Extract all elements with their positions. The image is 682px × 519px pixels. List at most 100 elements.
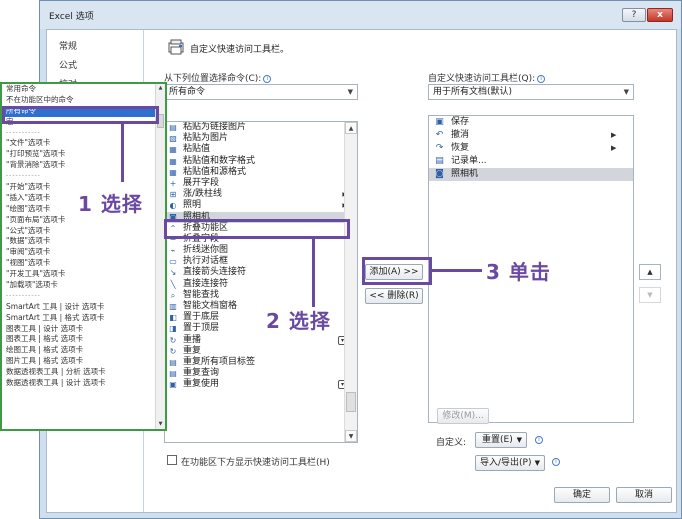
command-item[interactable]: ⌕ 智能查找 [165, 290, 357, 301]
command-item[interactable]: ↻ 重播 ▾ [165, 335, 357, 346]
command-label: 重复查询 [183, 368, 220, 379]
show-below-ribbon-checkbox[interactable] [167, 455, 177, 465]
dropdown-option[interactable]: SmartArt 工具 | 格式 选项卡 [2, 313, 165, 324]
info-icon: i [535, 436, 543, 444]
chevron-down-icon: ▼ [534, 459, 540, 467]
reset-dropdown[interactable]: 重置(E) ▼ [475, 432, 527, 448]
dropdown-option[interactable]: 图片工具 | 格式 选项卡 [2, 356, 165, 367]
command-label: 粘贴值和源格式 [183, 166, 247, 177]
ok-button[interactable]: 确定 [554, 487, 610, 503]
command-item[interactable]: ▧ 粘贴为图片 [165, 133, 357, 144]
commands-scrollbar[interactable]: ▲ ▼ [344, 122, 357, 442]
form-icon: ▤ [435, 156, 444, 166]
scroll-up-icon[interactable]: ▲ [156, 84, 165, 93]
command-label: 直接箭头连接符 [183, 267, 247, 278]
command-label: 粘贴值和数字格式 [183, 155, 256, 166]
dropdown-option[interactable]: 数据透视表工具 | 设计 选项卡 [2, 378, 165, 389]
dropdown-option[interactable]: 数据透视表工具 | 分析 选项卡 [2, 367, 165, 378]
command-label: 置于顶层 [183, 323, 220, 334]
dropdown-option[interactable]: 图表工具 | 设计 选项卡 [2, 324, 165, 335]
dropdown-option[interactable]: 绘图工具 | 格式 选项卡 [2, 345, 165, 356]
import-export-dropdown[interactable]: 导入/导出(P) ▼ [475, 455, 545, 471]
help-button[interactable]: ? [622, 8, 646, 22]
command-item[interactable]: ▤ 粘贴为链接图片 [165, 122, 357, 133]
info-icon: i [537, 75, 546, 83]
step1-annotation: 1 选择 [78, 192, 143, 216]
move-up-button[interactable]: ▲ [639, 264, 661, 280]
dropdown-option[interactable]: "开发工具"选项卡 [2, 269, 165, 280]
repeat-icon: ↻ [169, 346, 177, 356]
dropdown-option[interactable]: 不在功能区中的命令 [2, 95, 165, 106]
highlight-camera-command [164, 219, 350, 239]
dropdown-option[interactable]: "背景消除"选项卡 [2, 160, 165, 171]
command-item[interactable]: ▦ 粘贴值和数字格式 [165, 156, 357, 167]
qat-item[interactable]: ▣ 保存 [429, 116, 633, 129]
customize-qat-dropdown[interactable]: 用于所有文档(默认) ▼ [428, 84, 634, 100]
dropdown-option[interactable]: "文件"选项卡 [2, 138, 165, 149]
paste-values-icon: ▦ [169, 145, 177, 155]
cancel-button[interactable]: 取消 [616, 487, 672, 503]
sidebar-item-general[interactable]: 常规 [59, 39, 77, 52]
qat-item[interactable]: ↷ 恢复 ▶ [429, 142, 633, 155]
save-icon: ▣ [435, 117, 444, 127]
command-item[interactable]: + 展开字段 [165, 178, 357, 189]
command-item[interactable]: ⌁ 折线迷你图 [165, 245, 357, 256]
close-button[interactable]: x [647, 8, 673, 22]
qat-item[interactable]: ▤ 记录单... [429, 155, 633, 168]
dropdown-option[interactable]: SmartArt 工具 | 设计 选项卡 [2, 302, 165, 313]
expand-field-icon: + [169, 178, 177, 188]
command-item[interactable]: ▭ 执行对话框 [165, 256, 357, 267]
reuse-icon: ▣ [169, 380, 177, 390]
dropdown-option[interactable]: 图表工具 | 格式 选项卡 [2, 334, 165, 345]
modify-button[interactable]: 修改(M)... [437, 408, 489, 424]
command-item[interactable]: ↘ 直接箭头连接符 [165, 267, 357, 278]
command-item[interactable]: ▤ 重复查询 [165, 368, 357, 379]
dropdown-option[interactable]: "视图"选项卡 [2, 258, 165, 269]
command-label: 重复使用 [183, 379, 220, 390]
chevron-down-icon: ▼ [347, 88, 353, 96]
scroll-up-icon[interactable]: ▲ [345, 122, 357, 134]
info-icon: i [263, 75, 272, 83]
list-separator: ----------- [6, 172, 41, 180]
command-item[interactable]: ↻ 重复 [165, 346, 357, 357]
command-item[interactable]: ▦ 粘贴值和源格式 [165, 167, 357, 178]
command-item[interactable]: ╲ 直接连接符 [165, 279, 357, 290]
commands-list[interactable]: ▤ 粘贴为链接图片 ▧ 粘贴为图片 ▦ 粘贴值 ▦ 粘贴值和数字格式 ▦ 粘贴值和源格式 + 展开字段… [164, 121, 358, 443]
remove-button[interactable]: << 删除(R) [365, 288, 423, 304]
move-down-button[interactable]: ▼ [639, 287, 661, 303]
connector-line-3 [432, 269, 482, 272]
dropdown-option[interactable]: "加载项"选项卡 [2, 280, 165, 291]
qat-item-label: 恢复 [451, 143, 470, 153]
sparkline-icon: ⌁ [170, 246, 176, 256]
choose-commands-dropdown[interactable]: 所有命令 ▼ [164, 84, 358, 100]
command-item[interactable]: ◐照明▶ [165, 200, 357, 211]
dropdown-option[interactable]: 常用命令 [2, 84, 165, 95]
connector-icon: ╲ [170, 279, 176, 289]
sidebar-item-formulas[interactable]: 公式 [59, 58, 77, 71]
dropdown-option[interactable]: "审阅"选项卡 [2, 247, 165, 258]
command-label: 展开字段 [183, 177, 220, 188]
command-label: 置于底层 [183, 312, 220, 323]
command-label: 粘贴为图片 [183, 133, 229, 144]
command-label: 重复 [183, 345, 202, 356]
command-item[interactable]: ▤ 重复所有项目标签 [165, 357, 357, 368]
dropdown-option[interactable]: "数据"选项卡 [2, 236, 165, 247]
qat-item[interactable]: ◙ 照相机 [429, 168, 633, 181]
qat-item[interactable]: ↶ 撤消 ▶ [429, 129, 633, 142]
dropdown-option[interactable]: "公式"选项卡 [2, 226, 165, 237]
title-bar: Excel 选项 ? x [40, 1, 681, 29]
command-label: 涨/跌柱线 [183, 189, 223, 200]
callout-scrollbar[interactable]: ▲ ▼ [155, 84, 165, 429]
command-item[interactable]: ▣ 重复使用 ▾ [165, 379, 357, 390]
scroll-down-icon[interactable]: ▼ [345, 430, 357, 442]
repeat-labels-icon: ▤ [169, 357, 177, 367]
scroll-thumb[interactable] [346, 392, 356, 412]
qat-item-label: 记录单... [451, 156, 487, 166]
customize-qat-icon [168, 39, 184, 55]
customize-label: 自定义: [436, 438, 467, 448]
scroll-down-icon[interactable]: ▼ [156, 420, 165, 429]
command-item[interactable]: ⊞涨/跌柱线▶ [165, 189, 357, 200]
command-item[interactable]: ▦ 粘贴值 [165, 144, 357, 155]
dropdown-option[interactable]: "打印预览"选项卡 [2, 149, 165, 160]
chevron-down-icon: ▼ [516, 436, 522, 444]
